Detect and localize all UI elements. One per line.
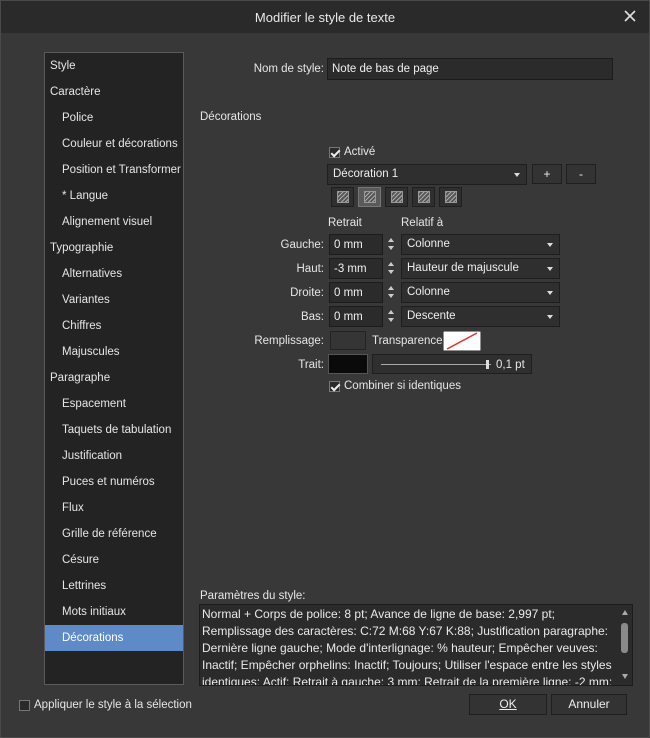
apply-to-selection-label: Appliquer le style à la sélection [34, 699, 192, 711]
add-decoration-button[interactable]: + [532, 164, 562, 184]
offset-row-label: Gauche: [280, 239, 324, 251]
decoration-underline-icon [445, 191, 457, 203]
offset-row-label: Droite: [290, 287, 324, 299]
active-checkbox[interactable] [329, 147, 340, 158]
sidebar-item[interactable]: Mots initiaux [45, 599, 183, 625]
offset-value-field[interactable]: 0 mm [329, 306, 383, 327]
decoration-style-1-button[interactable] [331, 187, 354, 207]
sidebar-item[interactable]: Variantes [45, 287, 183, 313]
sidebar-item[interactable]: Alignement visuel [45, 209, 183, 235]
ok-button[interactable]: OK [469, 694, 547, 715]
cancel-button[interactable]: Annuler [551, 694, 627, 715]
relative-to-select[interactable]: Hauteur de majuscule [401, 258, 560, 279]
relative-to-value: Colonne [407, 286, 450, 298]
sidebar-item[interactable]: Justification [45, 443, 183, 469]
chevron-down-icon [547, 267, 553, 271]
offset-value-field[interactable]: -3 mm [329, 258, 383, 279]
category-sidebar: Style Caractère Police Couleur et décoratio… [44, 52, 184, 685]
sidebar-item[interactable]: Position et Transformer [45, 157, 183, 183]
relatif-column-header: Relatif à [401, 217, 444, 229]
decoration-style-2-button[interactable] [358, 187, 381, 207]
sidebar-item[interactable]: Majuscules [45, 339, 183, 365]
relative-to-select[interactable]: Colonne [401, 282, 560, 303]
chevron-down-icon [514, 173, 520, 177]
scroll-thumb[interactable] [621, 623, 628, 653]
close-icon[interactable] [621, 7, 639, 25]
sidebar-item[interactable]: Grille de référence [45, 521, 183, 547]
apply-to-selection-checkbox[interactable] [19, 700, 30, 711]
fill-label: Remplissage: [254, 335, 324, 347]
style-params-textarea[interactable]: Normal + Corps de police: 8 pt; Avance d… [199, 604, 633, 686]
stepper-icon[interactable] [386, 306, 396, 326]
sidebar-item[interactable]: Paragraphe [45, 365, 183, 391]
decoration-fill-icon [337, 191, 349, 203]
decorations-heading: Décorations [200, 111, 262, 123]
sidebar-item[interactable]: Police [45, 105, 183, 131]
offset-value-field[interactable]: 0 mm [329, 234, 383, 255]
sidebar-item[interactable]: * Langue [45, 183, 183, 209]
remove-decoration-button[interactable]: - [566, 164, 596, 184]
sidebar-item[interactable]: Lettrines [45, 573, 183, 599]
style-params-label: Paramètres du style: [200, 590, 306, 602]
sidebar-item[interactable]: Chiffres [45, 313, 183, 339]
fill-color-swatch[interactable] [330, 331, 366, 350]
offset-row-label: Bas: [300, 311, 324, 323]
sidebar-item[interactable]: Typographie [45, 235, 183, 261]
sidebar-item[interactable]: Style [45, 53, 183, 79]
title-bar: Modifier le style de texte [1, 1, 649, 33]
slider-track [381, 364, 491, 365]
style-params-text: Normal + Corps de police: 8 pt; Avance d… [202, 607, 613, 686]
chevron-down-icon [547, 243, 553, 247]
sidebar-item[interactable]: Césure [45, 547, 183, 573]
stepper-icon[interactable] [386, 282, 396, 302]
active-label: Activé [344, 146, 376, 158]
sidebar-item[interactable]: Alternatives [45, 261, 183, 287]
dialog-title: Modifier le style de texte [254, 10, 396, 25]
transparency-label: Transparence: [372, 335, 446, 347]
decoration-select-value: Décoration 1 [333, 168, 399, 180]
scroll-down-icon[interactable] [622, 674, 628, 679]
retrait-column-header: Retrait [328, 217, 362, 229]
sidebar-item[interactable]: Flux [45, 495, 183, 521]
stepper-icon[interactable] [386, 234, 396, 254]
sidebar-item[interactable]: Taquets de tabulation [45, 417, 183, 443]
slider-knob[interactable] [485, 360, 489, 369]
combine-checkbox[interactable] [329, 381, 340, 392]
relative-to-select[interactable]: Colonne [401, 234, 560, 255]
offset-value-field[interactable]: 0 mm [329, 282, 383, 303]
decoration-style-4-button[interactable] [412, 187, 435, 207]
stroke-width-value: 0,1 pt [496, 359, 525, 371]
stroke-color-swatch[interactable] [328, 354, 368, 374]
decoration-style-3-button[interactable] [385, 187, 408, 207]
edit-text-style-dialog: Modifier le style de texte Style Caractèr… [0, 0, 650, 738]
relative-to-value: Hauteur de majuscule [407, 262, 519, 274]
transparency-swatch[interactable] [443, 331, 481, 351]
relative-to-select[interactable]: Descente [401, 306, 560, 327]
style-name-field[interactable]: Note de bas de page [327, 58, 613, 80]
decoration-right-icon [418, 191, 430, 203]
chevron-down-icon [547, 291, 553, 295]
sidebar-item[interactable]: Caractère [45, 79, 183, 105]
combine-label: Combiner si identiques [344, 380, 461, 392]
style-name-label: Nom de style: [253, 63, 324, 75]
stepper-icon[interactable] [386, 258, 396, 278]
chevron-down-icon [547, 315, 553, 319]
decoration-box-icon [364, 191, 376, 203]
sidebar-item[interactable]: Couleur et décorations [45, 131, 183, 157]
sidebar-item[interactable]: Puces et numéros [45, 469, 183, 495]
sidebar-item[interactable]: Décorations [45, 625, 183, 651]
decoration-style-5-button[interactable] [439, 187, 462, 207]
offset-row-label: Haut: [296, 263, 325, 275]
stroke-label: Trait: [298, 359, 324, 371]
scroll-up-icon[interactable] [622, 610, 628, 615]
scrollbar[interactable] [618, 605, 632, 685]
relative-to-value: Descente [407, 310, 456, 322]
sidebar-item[interactable]: Espacement [45, 391, 183, 417]
decoration-select[interactable]: Décoration 1 [327, 164, 527, 185]
decoration-left-icon [391, 191, 403, 203]
relative-to-value: Colonne [407, 238, 450, 250]
